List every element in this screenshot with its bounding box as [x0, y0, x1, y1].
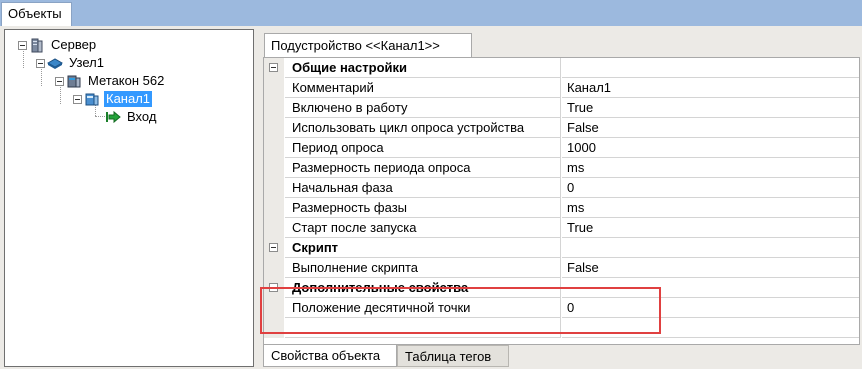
- grid-gutter: [264, 218, 284, 238]
- property-value[interactable]: 1000: [562, 138, 859, 158]
- property-value[interactable]: ms: [562, 158, 859, 178]
- tree-node-label: Метакон 562: [88, 73, 165, 88]
- grid-gutter: [264, 258, 284, 278]
- property-value[interactable]: False: [562, 258, 859, 278]
- property-value[interactable]: True: [562, 98, 859, 118]
- grid-gutter: [264, 98, 284, 118]
- property-row[interactable]: Размерность периода опроса ms: [264, 158, 859, 178]
- property-name: Размерность периода опроса: [285, 158, 561, 178]
- grid-gutter: [264, 238, 284, 258]
- collapse-toggle[interactable]: [36, 58, 45, 68]
- property-row[interactable]: Старт после запуска True: [264, 218, 859, 238]
- grid-gutter: [264, 118, 284, 138]
- property-row[interactable]: Использовать цикл опроса устройства Fals…: [264, 118, 859, 138]
- category-value-blank: [562, 238, 859, 258]
- tree-node-uzel1[interactable]: Узел1: [36, 54, 106, 72]
- collapse-toggle[interactable]: [73, 94, 82, 104]
- device-icon: [67, 75, 81, 88]
- property-name: Положение десятичной точки: [285, 298, 561, 318]
- category-value-blank: [562, 278, 859, 298]
- tab-objects[interactable]: Объекты: [1, 2, 72, 26]
- category-title: Дополнительные свойства: [285, 278, 561, 298]
- grid-gutter: [264, 298, 284, 318]
- tree-node-kanal1[interactable]: Канал1: [73, 90, 153, 108]
- property-row[interactable]: Размерность фазы ms: [264, 198, 859, 218]
- collapse-toggle[interactable]: [269, 283, 278, 292]
- property-row[interactable]: Положение десятичной точки 0: [264, 298, 859, 318]
- tree-connector: [95, 116, 105, 117]
- property-name: Начальная фаза: [285, 178, 561, 198]
- grid-gutter: [264, 318, 284, 338]
- property-name: Старт после запуска: [285, 218, 561, 238]
- category-title: Общие настройки: [285, 58, 561, 78]
- tree-node-label-selected: Канал1: [104, 91, 153, 107]
- property-name: Размерность фазы: [285, 198, 561, 218]
- grid-gutter: [264, 178, 284, 198]
- empty-cell: [285, 318, 561, 338]
- property-value[interactable]: Канал1: [562, 78, 859, 98]
- tree-node-metakon[interactable]: Метакон 562: [55, 72, 166, 90]
- content-area: Сервер Узел1 Метакон 562 Канал1 Вход Под…: [0, 26, 862, 369]
- collapse-toggle[interactable]: [18, 40, 27, 50]
- grid-gutter: [264, 78, 284, 98]
- property-value[interactable]: True: [562, 218, 859, 238]
- property-grid[interactable]: Общие настройки Комментарий Канал1 Включ…: [263, 57, 860, 345]
- grid-gutter: [264, 58, 284, 78]
- server-icon: [31, 38, 43, 53]
- property-name: Использовать цикл опроса устройства: [285, 118, 561, 138]
- tree-node-label: Сервер: [51, 37, 97, 52]
- tab-subdevice[interactable]: Подустройство <<Канал1>>: [264, 33, 472, 57]
- tab-object-properties[interactable]: Свойства объекта: [263, 345, 397, 367]
- property-row[interactable]: Период опроса 1000: [264, 138, 859, 158]
- collapse-toggle[interactable]: [55, 76, 64, 86]
- property-value[interactable]: 0: [562, 178, 859, 198]
- property-name: Период опроса: [285, 138, 561, 158]
- property-row[interactable]: Начальная фаза 0: [264, 178, 859, 198]
- tab-tag-table[interactable]: Таблица тегов: [397, 345, 509, 367]
- object-tree[interactable]: Сервер Узел1 Метакон 562 Канал1 Вход: [4, 29, 254, 367]
- category-additional-properties[interactable]: Дополнительные свойства: [264, 278, 859, 298]
- empty-cell: [562, 318, 859, 338]
- properties-pane: Подустройство <<Канал1>> Общие настройки…: [259, 26, 862, 369]
- tree-node-vhod[interactable]: Вход: [105, 108, 158, 126]
- collapse-toggle[interactable]: [269, 243, 278, 252]
- category-value-blank: [562, 58, 859, 78]
- input-arrow-icon: [106, 110, 121, 124]
- category-general-settings[interactable]: Общие настройки: [264, 58, 859, 78]
- grid-gutter: [264, 158, 284, 178]
- property-value[interactable]: ms: [562, 198, 859, 218]
- property-name: Включено в работу: [285, 98, 561, 118]
- category-script[interactable]: Скрипт: [264, 238, 859, 258]
- property-value[interactable]: False: [562, 118, 859, 138]
- grid-gutter: [264, 278, 284, 298]
- tree-node-label: Узел1: [69, 55, 104, 70]
- top-tab-strip: Объекты: [0, 0, 862, 26]
- grid-gutter: [264, 138, 284, 158]
- tree-node-label: Вход: [127, 109, 157, 124]
- property-row[interactable]: Выполнение скрипта False: [264, 258, 859, 278]
- property-row[interactable]: Включено в работу True: [264, 98, 859, 118]
- tree-node-server[interactable]: Сервер: [18, 36, 98, 54]
- empty-row: [264, 318, 859, 338]
- property-name: Выполнение скрипта: [285, 258, 561, 278]
- node-icon: [47, 58, 63, 69]
- channel-icon: [85, 93, 99, 106]
- property-row[interactable]: Комментарий Канал1: [264, 78, 859, 98]
- grid-gutter: [264, 198, 284, 218]
- property-value[interactable]: 0: [562, 298, 859, 318]
- property-name: Комментарий: [285, 78, 561, 98]
- category-title: Скрипт: [285, 238, 561, 258]
- collapse-toggle[interactable]: [269, 63, 278, 72]
